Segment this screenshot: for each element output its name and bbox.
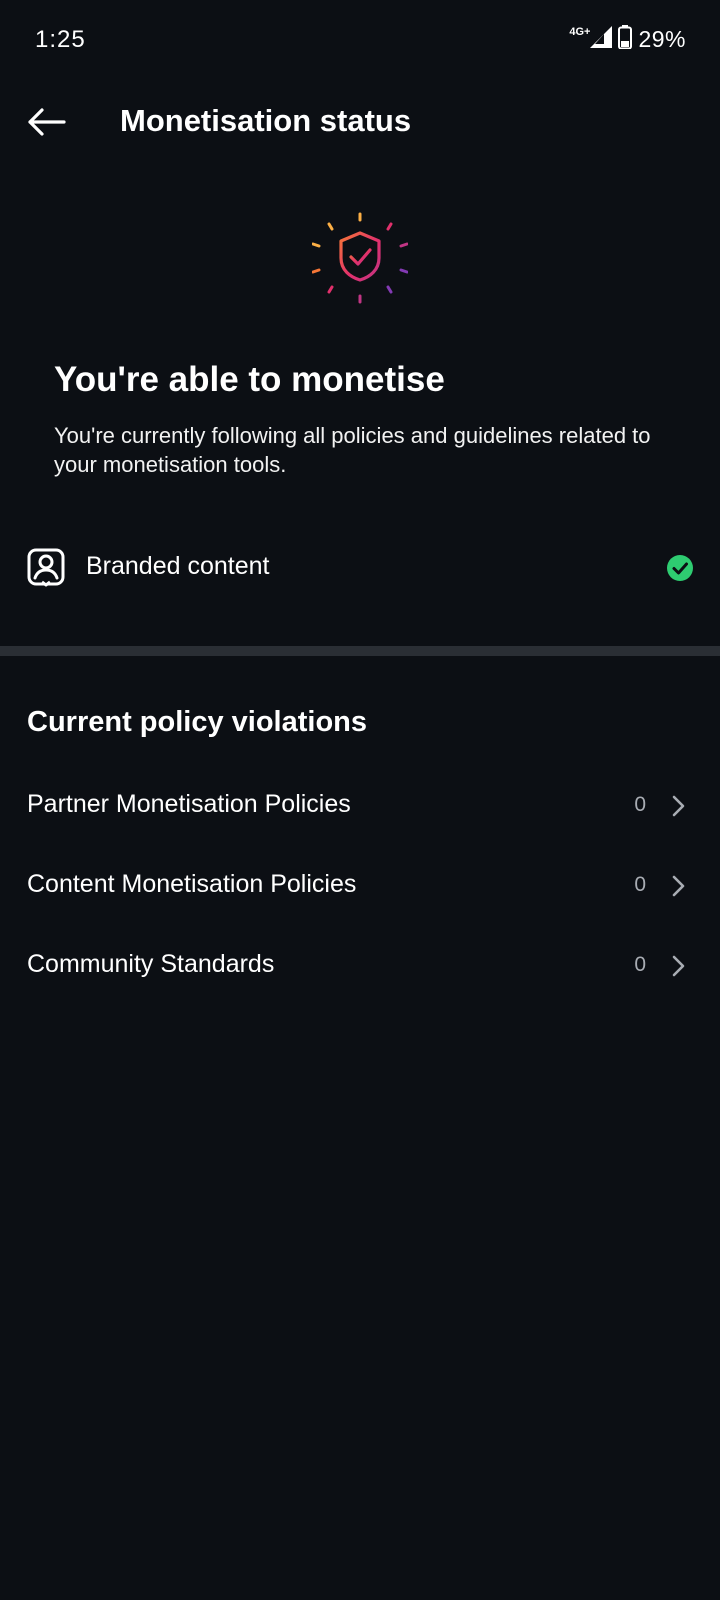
branded-content-icon [26,547,66,587]
policy-row-community-standards[interactable]: Community Standards 0 [0,934,720,998]
shield-check-icon [311,212,409,308]
monetisation-status-screen: 1:25 4G+ 29% Monetisation status You're … [0,0,720,1600]
violation-count: 0 [634,873,646,896]
app-header: Monetisation status [0,90,720,154]
network-type: 4G+ [569,26,591,38]
status-bar: 1:25 4G+ 29% [0,0,720,80]
policy-label: Content Monetisation Policies [27,870,357,898]
signal-icon [590,25,613,54]
battery-percentage: 29% [638,25,686,52]
status-indicators: 4G+ 29% [569,24,686,54]
policy-label: Community Standards [27,950,275,978]
status-time: 1:25 [35,26,86,53]
branded-content-row[interactable]: Branded content [0,530,720,606]
chevron-right-icon [672,795,685,817]
back-button[interactable] [24,102,68,142]
back-arrow-icon [28,108,66,136]
monetise-status-description: You're currently following all policies … [54,423,651,477]
policy-label: Partner Monetisation Policies [27,790,351,818]
check-circle-icon [666,554,694,582]
monetise-status-title: You're able to monetise [54,360,445,399]
policy-violations-heading: Current policy violations [27,706,367,738]
policy-row-partner-monetisation[interactable]: Partner Monetisation Policies 0 [0,774,720,838]
section-divider [0,646,720,656]
violation-count: 0 [634,793,646,816]
chevron-right-icon [672,875,685,897]
violation-count: 0 [634,953,646,976]
branded-content-label: Branded content [86,552,270,580]
policy-row-content-monetisation[interactable]: Content Monetisation Policies 0 [0,854,720,918]
page-title: Monetisation status [120,103,412,138]
battery-icon [618,24,633,54]
chevron-right-icon [672,955,685,977]
